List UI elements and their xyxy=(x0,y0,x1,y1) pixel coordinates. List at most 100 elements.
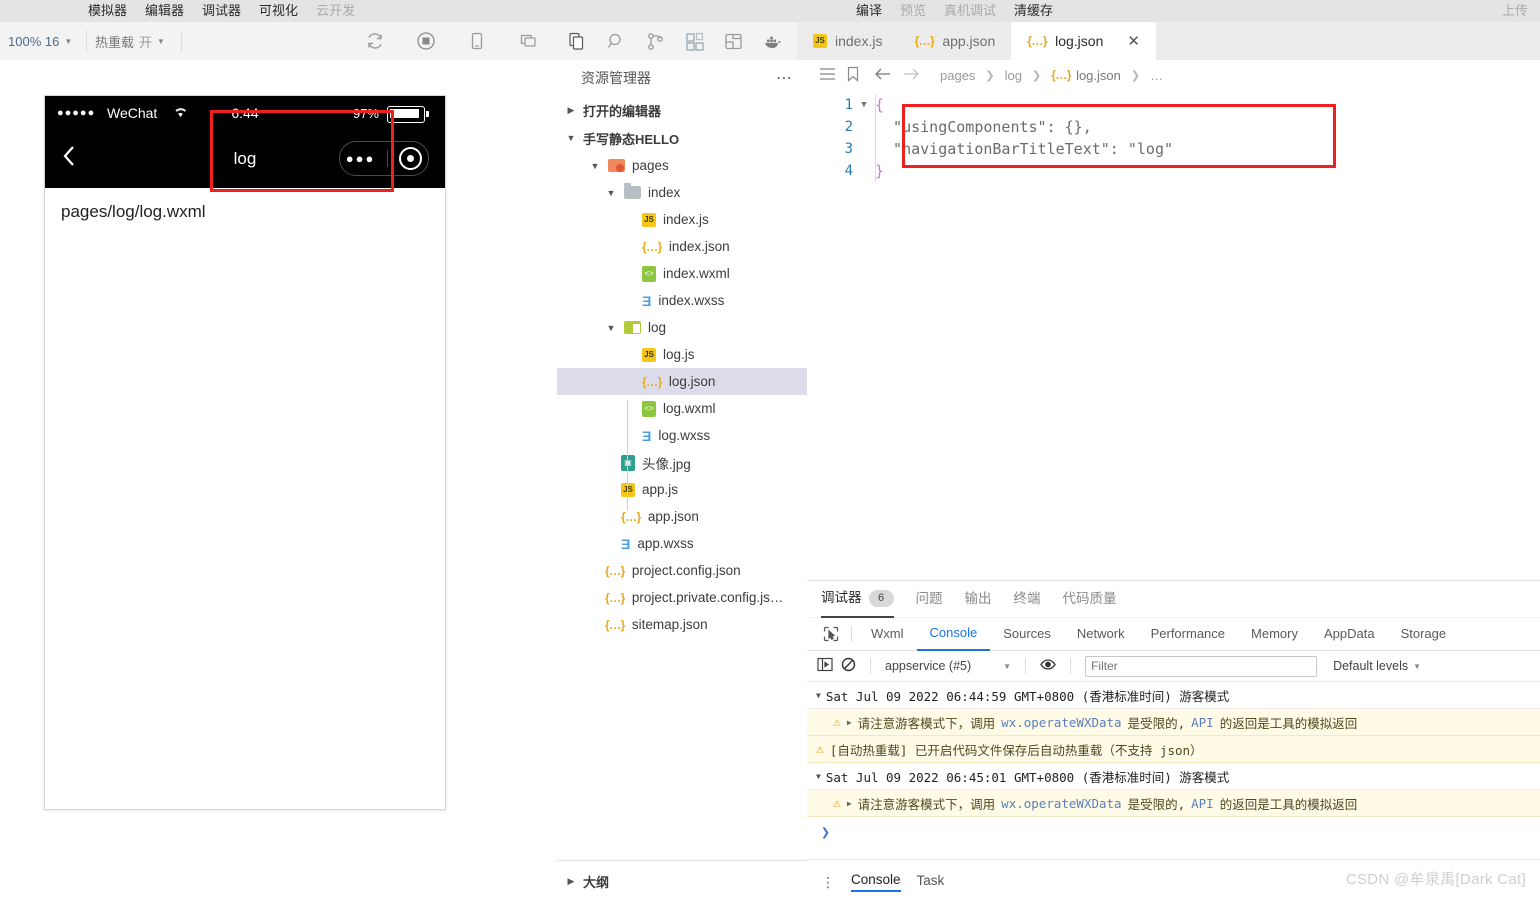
tree-item-log-json[interactable]: {…} log.json xyxy=(557,368,807,395)
indent-guide xyxy=(875,94,876,182)
menu-item-editor[interactable]: 编辑器 xyxy=(145,0,184,22)
menu-item-real-device-debug[interactable]: 真机调试 xyxy=(944,0,996,22)
code-area[interactable]: 1 ▼ { 2 "usingComponents": {}, 3 "naviga… xyxy=(807,90,1540,182)
close-target-icon[interactable] xyxy=(399,147,423,170)
files-icon[interactable] xyxy=(567,31,588,52)
bottom-tab-console[interactable]: Console xyxy=(851,872,901,892)
tree-item-log-folder[interactable]: ▼ log xyxy=(557,314,807,341)
close-icon[interactable]: ✕ xyxy=(1127,34,1140,49)
zoom-level-selector[interactable]: 100% 16 ▼ xyxy=(8,22,84,60)
sidebar-icon[interactable] xyxy=(817,657,833,675)
tab-code-quality[interactable]: 代码质量 xyxy=(1063,581,1117,617)
docker-icon[interactable] xyxy=(762,31,783,52)
tree-item-app-wxss[interactable]: Ǝ app.wxss xyxy=(557,530,807,557)
more-options-icon[interactable]: ⋮ xyxy=(821,875,835,889)
console-context-selector[interactable]: appservice (#5) ▼ xyxy=(885,659,1011,673)
devtools-tab-wxml[interactable]: Wxml xyxy=(858,618,917,650)
devtools-tab-memory[interactable]: Memory xyxy=(1238,618,1311,650)
tab-problems[interactable]: 问题 xyxy=(916,581,943,617)
menu-item-preview[interactable]: 预览 xyxy=(900,0,926,22)
devtools-tab-storage[interactable]: Storage xyxy=(1388,618,1460,650)
tree-item-app-js[interactable]: JS app.js xyxy=(557,476,807,503)
breadcrumb-log[interactable]: log xyxy=(1005,68,1022,83)
back-arrow-icon[interactable] xyxy=(874,67,892,84)
tree-item-index-json[interactable]: {…} index.json xyxy=(557,233,807,260)
console-group-row[interactable]: ▼ Sat Jul 09 2022 06:45:01 GMT+0800 (香港标… xyxy=(807,763,1540,790)
record-icon[interactable] xyxy=(416,31,436,51)
capsule-divider xyxy=(386,150,388,167)
chevron-right-icon[interactable]: ▶ xyxy=(847,718,852,727)
menu-group-right: 上传 xyxy=(1502,0,1528,22)
tree-item-app-json[interactable]: {…} app.json xyxy=(557,503,807,530)
tab-debugger[interactable]: 调试器 6 xyxy=(821,580,894,618)
breadcrumb-log-json[interactable]: {…} log.json xyxy=(1051,68,1121,83)
tree-item-index-wxml[interactable]: <> index.wxml xyxy=(557,260,807,287)
tab-app-json[interactable]: {…} app.json xyxy=(898,22,1012,60)
eye-icon[interactable] xyxy=(1040,658,1056,674)
clear-console-icon[interactable] xyxy=(841,657,856,675)
section-outline[interactable]: ▶ 大纲 xyxy=(557,867,807,895)
multiscreen-icon[interactable] xyxy=(518,31,538,51)
console-warning-text: [自动热重载] 已开启代码文件保存后自动热重载（不支持 json） xyxy=(829,742,1203,758)
layout-icon[interactable] xyxy=(723,31,744,52)
devtools-tab-console[interactable]: Console xyxy=(916,617,991,651)
device-icon[interactable] xyxy=(467,31,487,51)
refresh-icon[interactable] xyxy=(365,31,385,51)
tree-item-log-js[interactable]: JS log.js xyxy=(557,341,807,368)
extensions-icon[interactable] xyxy=(684,31,705,52)
devtools-tab-network[interactable]: Network xyxy=(1064,618,1138,650)
tree-item-index-wxss[interactable]: Ǝ index.wxss xyxy=(557,287,807,314)
tab-terminal[interactable]: 终端 xyxy=(1014,581,1041,617)
bookmark-icon[interactable] xyxy=(846,66,860,85)
file-tree: ▼ pages ▼ index JS index.js {…} index.js… xyxy=(557,152,807,638)
prompt-arrow-icon: ❯ xyxy=(821,823,831,841)
tab-index-js[interactable]: JS index.js xyxy=(797,22,899,60)
tree-item-pages[interactable]: ▼ pages xyxy=(557,152,807,179)
list-icon[interactable] xyxy=(819,67,836,84)
tree-item-project-config-json[interactable]: {…} project.config.json xyxy=(557,557,807,584)
menu-item-clear-cache[interactable]: 清缓存 xyxy=(1014,0,1053,22)
tree-item-avatar-jpg[interactable]: ▣ 头像.jpg xyxy=(557,449,807,476)
menu-item-simulator[interactable]: 模拟器 xyxy=(88,0,127,22)
capsule-menu[interactable]: ●●● xyxy=(339,141,429,176)
back-icon[interactable] xyxy=(61,142,77,173)
inspect-element-icon[interactable] xyxy=(817,618,845,650)
devtools-tab-appdata[interactable]: AppData xyxy=(1311,618,1388,650)
chevron-down-icon[interactable]: ▼ xyxy=(816,772,821,781)
hot-reload-selector[interactable]: 热重载 开 ▼ xyxy=(95,22,165,60)
tab-log-json[interactable]: {…} log.json ✕ xyxy=(1011,22,1156,60)
console-filter-input[interactable] xyxy=(1085,655,1318,677)
breadcrumb-ellipsis[interactable]: … xyxy=(1150,68,1163,83)
tab-output[interactable]: 输出 xyxy=(965,581,992,617)
breadcrumb-pages[interactable]: pages xyxy=(940,68,975,83)
forward-arrow-icon[interactable] xyxy=(902,67,920,84)
tree-item-log-wxml[interactable]: <> log.wxml xyxy=(557,395,807,422)
console-group-row[interactable]: ▼ Sat Jul 09 2022 06:44:59 GMT+0800 (香港标… xyxy=(807,682,1540,709)
menu-item-debugger[interactable]: 调试器 xyxy=(202,0,241,22)
source-control-icon[interactable] xyxy=(645,31,666,52)
tree-item-sitemap-json[interactable]: {…} sitemap.json xyxy=(557,611,807,638)
explorer-more-icon[interactable]: ⋯ xyxy=(776,68,793,88)
chevron-right-icon[interactable]: ▶ xyxy=(847,799,852,808)
tree-item-index-js[interactable]: JS index.js xyxy=(557,206,807,233)
menu-item-cloud-dev[interactable]: 云开发 xyxy=(316,0,355,22)
phone-status-bar: ●●●●● WeChat 6:44 97% xyxy=(45,96,445,130)
chevron-down-icon[interactable]: ▼ xyxy=(816,691,821,700)
console-levels-selector[interactable]: Default levels ▼ xyxy=(1333,659,1421,673)
section-open-editors[interactable]: ▶ 打开的编辑器 xyxy=(557,96,807,124)
section-project-root[interactable]: ▼ 手写静态HELLO xyxy=(557,124,807,152)
devtools-tab-performance[interactable]: Performance xyxy=(1138,618,1238,650)
console-warning-code: wx.operateWXData xyxy=(1001,795,1122,811)
search-icon[interactable] xyxy=(606,31,627,52)
bottom-tab-task[interactable]: Task xyxy=(917,873,945,891)
console-prompt[interactable]: ❯ xyxy=(807,817,1540,847)
tree-item-index-folder[interactable]: ▼ index xyxy=(557,179,807,206)
fold-chevron-icon[interactable]: ▼ xyxy=(853,94,875,116)
tree-item-project-private-config-json[interactable]: {…} project.private.config.js… xyxy=(557,584,807,611)
tree-item-log-wxss[interactable]: Ǝ log.wxss xyxy=(557,422,807,449)
menu-item-visualization[interactable]: 可视化 xyxy=(259,0,298,22)
devtools-tab-sources[interactable]: Sources xyxy=(990,618,1064,650)
menu-item-upload[interactable]: 上传 xyxy=(1502,0,1528,22)
menu-item-compile[interactable]: 编译 xyxy=(856,0,882,22)
toolbar-divider xyxy=(1070,658,1072,674)
